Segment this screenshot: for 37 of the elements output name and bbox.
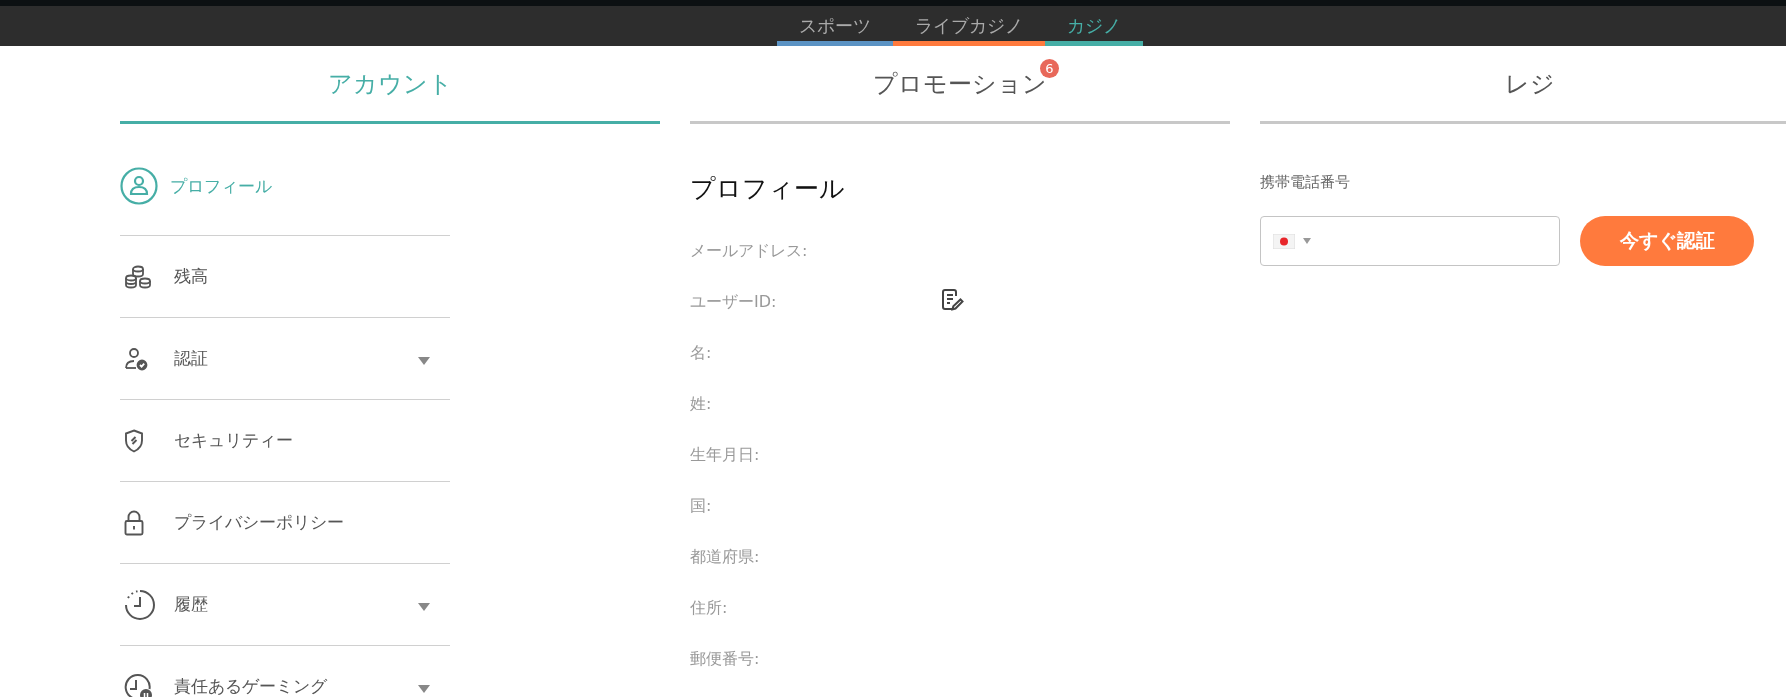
edit-icon[interactable] [940,288,964,312]
field-label: 名: [690,343,713,364]
product-tab[interactable]: カジノ [1045,6,1143,46]
product-tab[interactable]: スポーツ [777,6,893,46]
lock-icon [124,509,144,536]
clock-icon [124,588,156,621]
country-selector[interactable] [1273,233,1311,249]
caret-down-icon [418,684,430,693]
sidebar-item[interactable]: 認証 [120,318,450,400]
sidebar-item[interactable]: 責任あるゲーミング [120,646,450,697]
user-check-icon [124,346,148,371]
sidebar-item[interactable]: 残高 [120,236,450,318]
field-label: 都道府県: [690,547,761,568]
user-icon [120,167,158,205]
section-tab[interactable]: レジ [1260,46,1786,124]
sidebar-item[interactable]: セキュリティー [120,400,450,482]
field-label: 生年月日: [690,445,761,466]
field-label: ユーザーID: [690,292,778,313]
caret-down-icon [1303,238,1311,244]
caret-down-icon [418,602,430,611]
field-label: 国: [690,496,713,517]
field-label: 住所: [690,598,729,619]
profile-title: プロフィール [690,173,846,205]
notification-badge: 6 [1040,58,1059,78]
clock-pause-icon [124,672,152,697]
coins-icon [124,264,152,289]
product-tab[interactable]: ライブカジノ [893,6,1045,46]
caret-down-icon [418,356,430,365]
field-label: 携帯電話番号 [1260,173,1351,192]
field-label: メールアドレス: [690,241,809,262]
phone-input-field[interactable] [1260,216,1560,266]
shield-icon [124,428,144,453]
sidebar-item[interactable]: プライバシーポリシー [120,482,450,564]
sidebar-item[interactable]: 履歴 [120,564,450,646]
field-label: 姓: [690,394,713,415]
flag-icon [1273,233,1295,249]
field-label: 郵便番号: [690,649,761,670]
